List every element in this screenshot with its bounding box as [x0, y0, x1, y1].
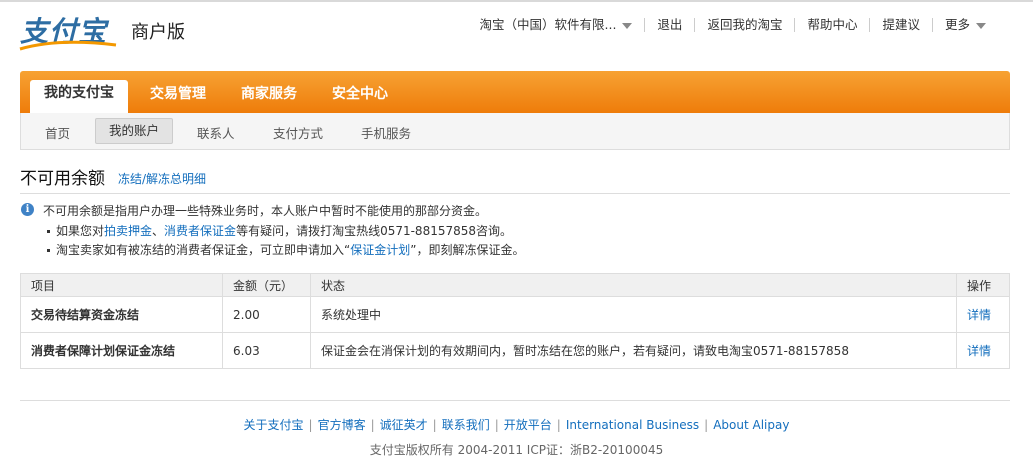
divider — [20, 193, 1010, 194]
account-dropdown[interactable]: 淘宝（中国）软件有限... — [480, 18, 645, 32]
footer-links: 关于支付宝 | 官方博客 | 诚征英才 | 联系我们 | 开放平台 | International … — [0, 416, 1033, 433]
subnav-payment-methods[interactable]: 支付方式 — [273, 123, 323, 142]
column-header-amount: 金额（元） — [222, 273, 311, 297]
notice-text: 不可用余额是指用户办理一些特殊业务时，本人账户中暂时不能使用的那部分资金。 — [43, 204, 488, 218]
more-label: 更多 — [944, 17, 970, 32]
footer-careers-link[interactable]: 诚征英才 — [380, 418, 428, 432]
notice-text: 如果您对 — [56, 224, 105, 238]
tab-trade-management[interactable]: 交易管理 — [150, 83, 206, 103]
auction-deposit-link[interactable]: 拍卖押金 — [104, 224, 152, 238]
notice-bullet-1: 如果您对拍卖押金、消费者保证金等有疑问，请拨打淘宝热线0571-88157858… — [47, 222, 512, 239]
deposit-plan-link[interactable]: 保证金计划 — [350, 243, 410, 257]
subnav-my-account[interactable]: 我的账户 — [95, 118, 174, 144]
separator: | — [556, 418, 561, 432]
footer-blog-link[interactable]: 官方博客 — [318, 418, 366, 432]
separator: | — [308, 418, 313, 432]
bullet-dot — [47, 249, 50, 252]
tab-security-center[interactable]: 安全中心 — [332, 83, 388, 103]
amount-value: 6.03 — [222, 332, 311, 369]
subnav-contacts[interactable]: 联系人 — [197, 123, 235, 142]
footer-contact-link[interactable]: 联系我们 — [442, 418, 490, 432]
subnav-home[interactable]: 首页 — [45, 123, 70, 142]
logo-swoosh-icon — [19, 40, 117, 51]
subnav-mobile-services[interactable]: 手机服务 — [361, 123, 411, 142]
top-border — [0, 0, 1033, 2]
separator: | — [704, 418, 709, 432]
footer-about-link[interactable]: 关于支付宝 — [244, 418, 304, 432]
details-link[interactable]: 详情 — [967, 308, 991, 322]
footer-international-link[interactable]: International Business — [566, 418, 699, 432]
footer-divider — [20, 400, 1010, 401]
info-icon: i — [21, 203, 34, 216]
main-navigation: 我的支付宝 交易管理 商家服务 安全中心 — [20, 71, 1010, 113]
bullet-dot — [47, 230, 50, 233]
column-header-status: 状态 — [310, 273, 957, 297]
footer-about-alipay-link[interactable]: About Alipay — [713, 418, 789, 432]
table-header-row: 项目 金额（元） 状态 操作 — [20, 273, 1010, 297]
item-name: 交易待结算资金冻结 — [20, 296, 223, 333]
status-text: 系统处理中 — [310, 296, 957, 333]
consumer-deposit-link[interactable]: 消费者保证金 — [164, 224, 236, 238]
logout-link[interactable]: 退出 — [644, 18, 694, 32]
edition-label: 商户版 — [131, 22, 185, 43]
footer-open-platform-link[interactable]: 开放平台 — [504, 418, 552, 432]
separator: | — [432, 418, 437, 432]
column-header-item: 项目 — [20, 273, 223, 297]
back-to-taobao-link[interactable]: 返回我的淘宝 — [694, 18, 794, 32]
table-row: 交易待结算资金冻结 2.00 系统处理中 详情 — [20, 296, 1010, 333]
notice-text: 淘宝卖家如有被冻结的消费者保证金，可立即申请加入“ — [56, 243, 351, 257]
details-link[interactable]: 详情 — [967, 344, 991, 358]
freeze-details-link[interactable]: 冻结/解冻总明细 — [118, 170, 206, 187]
suggestion-link[interactable]: 提建议 — [869, 18, 932, 32]
status-text: 保证金会在消保计划的有效期间内，暂时冻结在您的账户，若有疑问，请致电淘宝0571… — [310, 332, 957, 369]
amount-value: 2.00 — [222, 296, 311, 333]
action-cell: 详情 — [956, 296, 1010, 333]
action-cell: 详情 — [956, 332, 1010, 369]
copyright-text: 支付宝版权所有 2004-2011 ICP证：浙B2-20100045 — [369, 443, 664, 457]
top-navigation: 淘宝（中国）软件有限... 退出 返回我的淘宝 帮助中心 提建议 更多 — [480, 18, 999, 32]
more-dropdown[interactable]: 更多 — [931, 17, 998, 32]
separator: | — [494, 418, 499, 432]
page-title: 不可用余额 — [20, 169, 105, 189]
tab-my-alipay[interactable]: 我的支付宝 — [30, 80, 128, 113]
caret-down-icon — [622, 22, 633, 29]
column-header-action: 操作 — [956, 273, 1010, 297]
notice-text: ”，即刻解冻保证金。 — [410, 243, 525, 257]
frozen-balance-table: 项目 金额（元） 状态 操作 交易待结算资金冻结 2.00 系统处理中 详情 消… — [20, 273, 1010, 369]
caret-down-icon — [976, 22, 986, 29]
separator: | — [370, 418, 375, 432]
notice-bullet-2: 淘宝卖家如有被冻结的消费者保证金，可立即申请加入“保证金计划”，即刻解冻保证金。 — [47, 241, 524, 258]
sub-navigation: 首页 我的账户 联系人 支付方式 手机服务 — [20, 113, 1010, 150]
account-name: 淘宝（中国）软件有限... — [479, 17, 617, 32]
table-row: 消费者保障计划保证金冻结 6.03 保证金会在消保计划的有效期间内，暂时冻结在您… — [20, 332, 1010, 369]
notice-text: 、 — [152, 224, 165, 238]
tab-merchant-services[interactable]: 商家服务 — [241, 83, 297, 103]
notice-text: 等有疑问，请拨打淘宝热线0571-88157858咨询。 — [236, 224, 513, 238]
item-name: 消费者保障计划保证金冻结 — [20, 332, 223, 369]
help-center-link[interactable]: 帮助中心 — [794, 18, 869, 32]
